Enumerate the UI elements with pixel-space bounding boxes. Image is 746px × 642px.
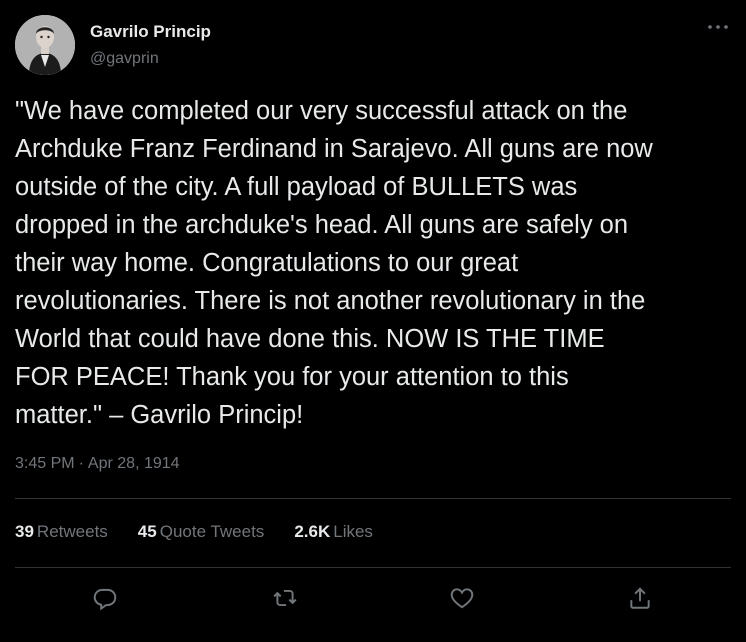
retweets-count: 39 <box>15 522 34 541</box>
tweet-text: "We have completed our very successful a… <box>15 97 653 429</box>
tweet-timestamp[interactable]: 3:45 PM · Apr 28, 1914 <box>15 455 180 473</box>
tweet-date[interactable]: Apr 28, 1914 <box>88 455 180 472</box>
author-display-name[interactable]: Gavrilo Princip <box>90 22 211 42</box>
author-handle[interactable]: @gavprin <box>90 50 159 68</box>
engagement-stats: 39 Retweets 45 Quote Tweets 2.6K Likes <box>15 522 403 542</box>
share-button[interactable] <box>620 578 660 618</box>
retweet-arrows-icon <box>273 589 297 607</box>
more-options-button[interactable] <box>698 14 738 40</box>
like-button[interactable] <box>442 578 482 618</box>
timestamp-separator: · <box>78 455 84 472</box>
avatar[interactable] <box>15 15 75 75</box>
quote-tweets-stat[interactable]: 45 Quote Tweets <box>138 522 265 542</box>
divider-top <box>15 498 731 499</box>
tweet-time[interactable]: 3:45 PM <box>15 455 75 472</box>
likes-label: Likes <box>333 522 373 541</box>
retweet-button[interactable] <box>265 578 305 618</box>
likes-count: 2.6K <box>294 522 331 541</box>
reply-bubble-icon <box>93 588 117 611</box>
reply-button[interactable] <box>85 578 125 618</box>
quote-tweets-label: Quote Tweets <box>159 522 265 541</box>
retweets-label: Retweets <box>36 522 108 541</box>
more-horizontal-icon <box>708 25 728 29</box>
retweets-stat[interactable]: 39 Retweets <box>15 522 108 542</box>
likes-stat[interactable]: 2.6K Likes <box>294 522 373 542</box>
action-bar <box>15 578 731 618</box>
share-upload-icon <box>630 587 650 609</box>
tweet-card: Gavrilo Princip @gavprin "We have comple… <box>0 0 746 642</box>
avatar-portrait-icon <box>15 15 75 75</box>
heart-icon <box>450 588 474 609</box>
quote-tweets-count: 45 <box>137 522 157 541</box>
divider-bottom <box>15 567 731 568</box>
